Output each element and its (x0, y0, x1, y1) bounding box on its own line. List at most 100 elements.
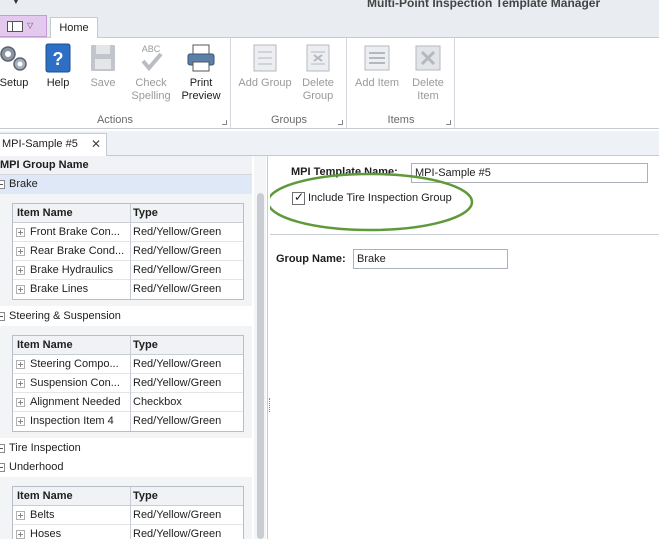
item-type-cell: Red/Yellow/Green (130, 242, 245, 261)
type-column-header[interactable]: Type (130, 204, 245, 223)
expand-icon[interactable] (16, 285, 25, 294)
collapse-icon[interactable] (0, 463, 5, 472)
delete-group-button[interactable]: Delete Group (294, 42, 342, 103)
table-row[interactable]: Brake Lines Red/Yellow/Green (13, 280, 243, 299)
item-type-cell: Red/Yellow/Green (130, 412, 245, 431)
group-row-steering-suspension[interactable]: Steering & Suspension (0, 307, 252, 326)
print-preview-button[interactable]: Print Preview (178, 42, 224, 103)
add-item-button[interactable]: Add Item (354, 42, 400, 90)
group-list-panel: MPI Group Name Brake Item Name Type Fron… (0, 156, 268, 539)
setup-label: Setup (0, 77, 29, 89)
collapse-icon[interactable] (0, 312, 5, 321)
help-icon: ? (45, 43, 71, 73)
item-type-cell: Red/Yellow/Green (130, 355, 245, 374)
expand-icon[interactable] (16, 266, 25, 275)
expand-icon[interactable] (16, 379, 25, 388)
quick-access-dropdown-icon[interactable]: ▼ (11, 0, 21, 7)
ribbon-group-actions: Setup ? Help Save ABC Check Spelling Pri… (0, 38, 231, 128)
app-menu-icon (7, 21, 23, 32)
item-type-cell: Red/Yellow/Green (130, 223, 245, 242)
items-dialog-launcher[interactable] (446, 120, 451, 125)
template-name-label: MPI Template Name: (291, 166, 398, 178)
group-detail-steering-suspension: Item Name Type Steering Compo... Red/Yell… (0, 326, 252, 438)
help-button[interactable]: ? Help (40, 42, 76, 90)
help-label: Help (46, 77, 70, 89)
type-column-header[interactable]: Type (130, 336, 245, 355)
print-preview-label: Print Preview (181, 77, 221, 102)
scrollbar-thumb[interactable] (257, 193, 264, 539)
tab-home[interactable]: Home (50, 17, 98, 39)
group-name: Tire Inspection (9, 442, 81, 454)
include-tire-checkbox[interactable] (292, 190, 305, 205)
group-name-label: Group Name: (276, 253, 346, 265)
item-name-column-header[interactable]: Item Name (17, 204, 127, 223)
delete-group-icon (306, 44, 330, 72)
group-column-header[interactable]: MPI Group Name (0, 156, 252, 175)
close-icon[interactable]: ✕ (91, 134, 101, 155)
document-tab[interactable]: MPI-Sample #5 ✕ (0, 133, 107, 156)
item-name-cell: Brake Lines (30, 283, 89, 295)
save-label: Save (90, 77, 116, 89)
table-row[interactable]: Alignment Needed Checkbox (13, 393, 243, 412)
table-row[interactable]: Suspension Con... Red/Yellow/Green (13, 374, 243, 393)
table-row[interactable]: Hoses Red/Yellow/Green (13, 525, 243, 539)
table-row[interactable]: Steering Compo... Red/Yellow/Green (13, 355, 243, 374)
add-group-icon (253, 44, 277, 72)
table-row[interactable]: Brake Hydraulics Red/Yellow/Green (13, 261, 243, 280)
delete-item-button[interactable]: Delete Item (406, 42, 450, 103)
item-name-cell: Alignment Needed (30, 396, 121, 408)
chevron-down-icon: ▽ (27, 21, 34, 30)
expand-icon[interactable] (16, 360, 25, 369)
svg-text:?: ? (53, 49, 64, 69)
vertical-scrollbar[interactable] (254, 156, 266, 539)
expand-icon[interactable] (16, 398, 25, 407)
ribbon: Setup ? Help Save ABC Check Spelling Pri… (0, 38, 659, 129)
group-row-tire-inspection[interactable]: Tire Inspection (0, 439, 252, 458)
group-name-field[interactable]: Brake (353, 249, 508, 269)
table-row[interactable]: Inspection Item 4 Red/Yellow/Green (13, 412, 243, 431)
expand-icon[interactable] (16, 417, 25, 426)
expand-icon[interactable] (16, 530, 25, 539)
table-row[interactable]: Rear Brake Cond... Red/Yellow/Green (13, 242, 243, 261)
check-spelling-label: Check Spelling (131, 77, 171, 102)
expand-icon[interactable] (16, 228, 25, 237)
item-type-cell: Checkbox (130, 393, 245, 412)
actions-dialog-launcher[interactable] (222, 120, 227, 125)
expand-icon[interactable] (16, 247, 25, 256)
table-row[interactable]: Belts Red/Yellow/Green (13, 506, 243, 525)
application-menu-button[interactable]: ▽ (0, 15, 47, 37)
item-name-cell: Hoses (30, 528, 62, 539)
setup-button[interactable]: Setup (0, 42, 34, 90)
item-name-cell: Front Brake Con... (30, 226, 120, 238)
expand-icon[interactable] (16, 511, 25, 520)
template-detail-panel: MPI Template Name: MPI-Sample #5 Include… (270, 156, 659, 539)
include-tire-label[interactable]: Include Tire Inspection Group (308, 192, 452, 204)
check-spelling-button[interactable]: ABC Check Spelling (126, 42, 176, 103)
collapse-icon[interactable] (0, 444, 5, 453)
item-type-cell: Red/Yellow/Green (130, 506, 245, 525)
type-column-header[interactable]: Type (130, 487, 245, 506)
title-bar: ▼ Multi-Point Inspection Template Manage… (0, 0, 659, 12)
spell-check-icon: ABC (141, 44, 163, 72)
item-grid-header: Item Name Type (13, 336, 243, 355)
document-tab-strip: MPI-Sample #5 ✕ (0, 131, 659, 156)
template-name-field[interactable]: MPI-Sample #5 (411, 163, 648, 183)
group-name: Underhood (9, 461, 64, 473)
group-row-underhood[interactable]: Underhood (0, 458, 252, 477)
svg-text:ABC: ABC (142, 44, 161, 54)
collapse-icon[interactable] (0, 180, 5, 189)
item-name-column-header[interactable]: Item Name (17, 487, 127, 506)
ribbon-tab-row: ▽ Home (0, 12, 659, 39)
groups-dialog-launcher[interactable] (338, 120, 343, 125)
gear-icon (0, 46, 27, 71)
table-row[interactable]: Front Brake Con... Red/Yellow/Green (13, 223, 243, 242)
item-grid-underhood: Item Name Type Belts Red/Yellow/Green Hos… (12, 486, 244, 539)
item-name-cell: Suspension Con... (30, 377, 120, 389)
item-grid-header: Item Name Type (13, 204, 243, 223)
group-row-brake[interactable]: Brake (0, 175, 252, 194)
delete-group-label: Delete Group (302, 77, 334, 102)
item-name-column-header[interactable]: Item Name (17, 336, 127, 355)
add-group-button[interactable]: Add Group (238, 42, 292, 90)
printer-icon (187, 44, 215, 72)
save-button[interactable]: Save (86, 42, 120, 90)
